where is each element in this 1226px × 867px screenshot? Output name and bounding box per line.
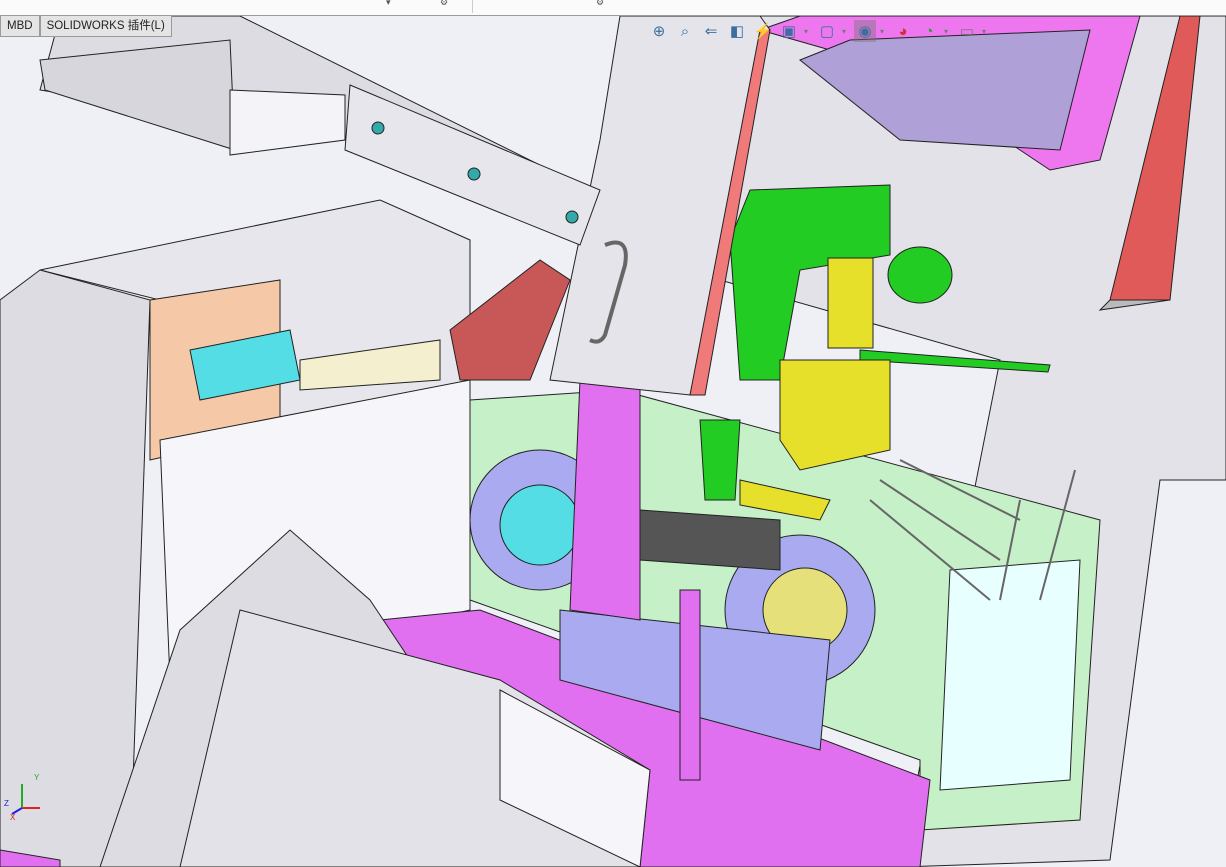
reference-triad: Y Z X [4,773,40,822]
tab-mbd[interactable]: MBD [0,16,40,37]
tab-solidworks-addins[interactable]: SOLIDWORKS 插件(L) [39,16,172,37]
command-manager-tabs: MBD SOLIDWORKS 插件(L) [0,16,172,37]
divider [472,0,473,13]
yellow-spindle [827,257,874,349]
graphics-area[interactable] [0,16,1226,867]
triad-x-label: X [10,813,16,822]
chevron-down-icon[interactable]: ▾ [804,27,812,36]
view-orientation-icon[interactable]: ▣ [778,20,800,42]
zoom-to-area-icon[interactable]: ⌕ [674,20,696,42]
zoom-to-fit-icon[interactable]: ⊕ [648,20,670,42]
hide-show-items-icon[interactable]: ◉ [854,20,876,42]
chevron-down-icon[interactable]: ▾ [944,27,952,36]
chevron-down-icon[interactable]: ▾ [842,27,850,36]
chevron-down-icon[interactable]: ▾ [982,27,990,36]
dropdown-arrow-icon[interactable]: ▾ [386,0,391,8]
toolbar-icon[interactable]: ⚙ [440,0,448,8]
dynamic-annotation-icon[interactable]: ⚡ [752,20,774,42]
toolbar-icon[interactable]: ⚙ [596,0,604,8]
edit-appearance-icon[interactable]: ◕ [892,20,914,42]
chevron-down-icon[interactable]: ▾ [880,27,888,36]
view-settings-icon[interactable]: ▭ [956,20,978,42]
display-style-icon[interactable]: ▢ [816,20,838,42]
pink-column [569,379,641,621]
section-view-icon[interactable]: ◧ [726,20,748,42]
triad-y-label: Y [34,773,40,782]
top-toolbar: ▾ ⚙ ⚙ [0,0,1226,16]
previous-view-icon[interactable]: ⇐ [700,20,722,42]
triad-z-label: Z [4,799,9,808]
apply-scene-icon[interactable]: ◔ [918,20,940,42]
heads-up-view-toolbar: ⊕ ⌕ ⇐ ◧ ⚡ ▣ ▾ ▢ ▾ ◉ ▾ ◕ ◔ ▾ ▭ ▾ [648,18,990,44]
